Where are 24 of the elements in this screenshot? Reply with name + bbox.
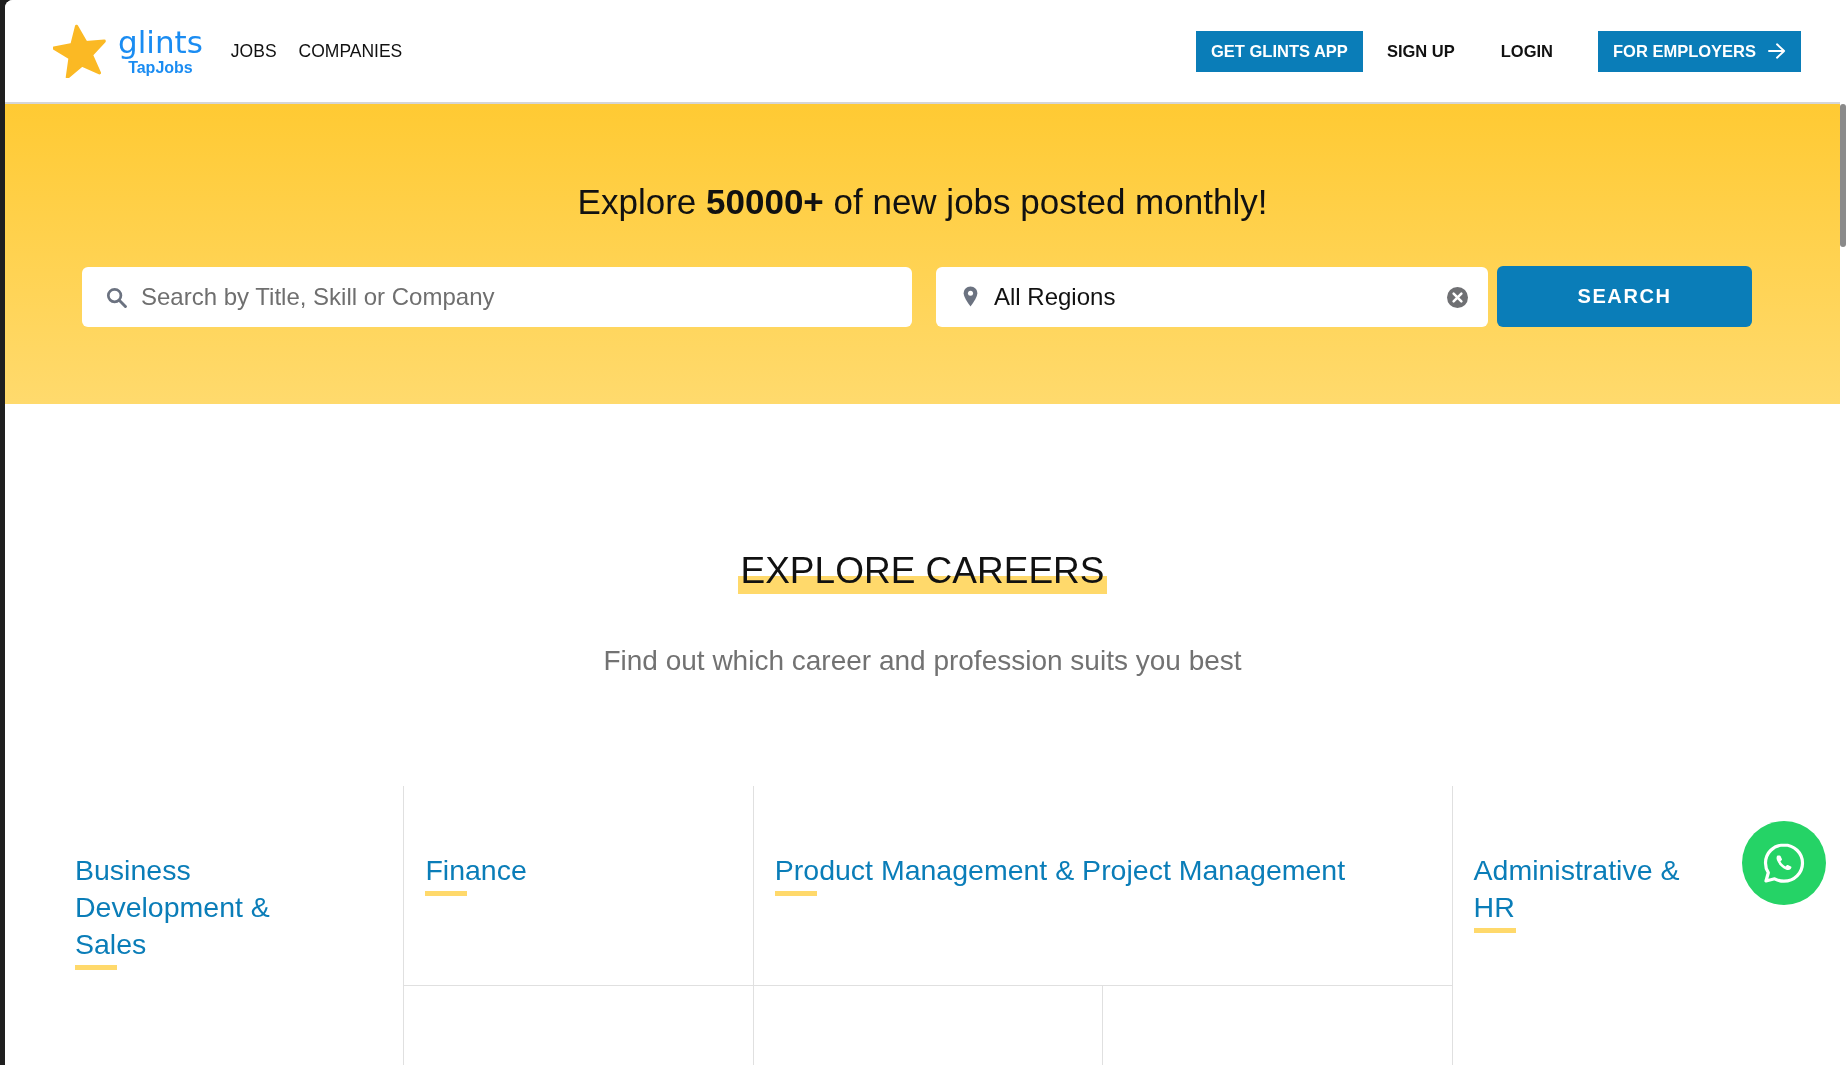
- search-field[interactable]: Search by Title, Skill or Company: [82, 266, 912, 327]
- phone-chat-icon[interactable]: [1742, 821, 1826, 905]
- scrollbar-thumb[interactable]: [1840, 104, 1846, 247]
- nav-link[interactable]: JOBS: [230, 40, 277, 62]
- logo-text[interactable]: glints: [118, 26, 203, 58]
- header-button[interactable]: FOR EMPLOYERS: [1598, 30, 1801, 72]
- logo-subtitle[interactable]: TapJobs: [128, 59, 193, 76]
- nav-link[interactable]: SIGN UP: [1364, 30, 1477, 72]
- nav-link[interactable]: COMPANIES: [298, 40, 403, 62]
- location-pin-icon: [963, 285, 978, 307]
- search-icon: [106, 286, 127, 308]
- hero-headline: Explore 50000+ of new jobs posted monthly!: [577, 181, 1268, 223]
- section-subtitle: Find out which career and profession suits you best: [603, 644, 1242, 678]
- region-field[interactable]: All Regions: [936, 266, 1488, 327]
- search-button[interactable]: SEARCH: [1497, 266, 1752, 327]
- clear-icon[interactable]: [1447, 286, 1468, 308]
- career-category-link[interactable]: Product Management & Project Management: [774, 852, 1346, 896]
- arrow-right-icon: [1768, 43, 1786, 59]
- header-button[interactable]: GET GLINTS APP: [1195, 30, 1363, 72]
- career-category-link[interactable]: Finance: [425, 852, 527, 896]
- star-icon: [53, 24, 107, 78]
- career-category-link[interactable]: Administrative & HR: [1473, 852, 1706, 933]
- nav-link[interactable]: LOGIN: [1478, 30, 1575, 72]
- career-category-link[interactable]: Business Development & Sales: [75, 852, 307, 970]
